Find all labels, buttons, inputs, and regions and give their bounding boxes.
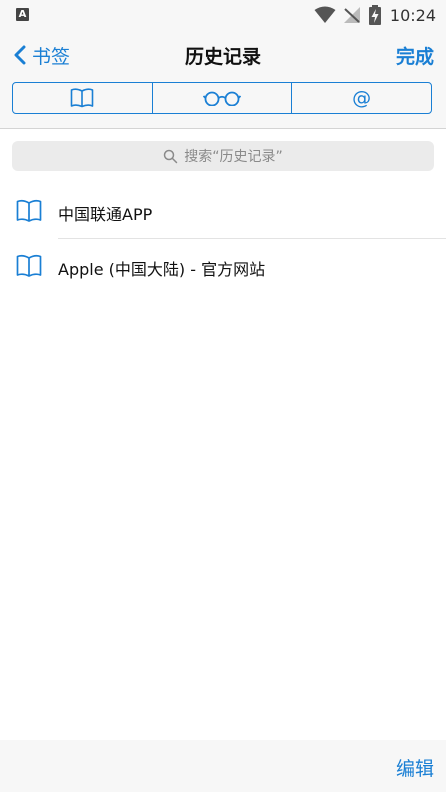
history-item-title: 中国联通APP (58, 205, 153, 224)
search-icon (163, 149, 178, 163)
tab-reading-list[interactable] (151, 83, 292, 113)
bottom-toolbar: 编辑 (0, 740, 446, 792)
segmented-control: @ (12, 82, 432, 114)
page-title: 历史记录 (184, 46, 261, 68)
no-signal-icon (343, 7, 360, 23)
book-icon (16, 199, 42, 222)
wifi-icon (314, 6, 336, 23)
at-icon: @ (352, 87, 372, 109)
history-list: 中国联通APP Apple (中国大陆) - 官方网站 (0, 184, 446, 294)
app-notification-icon: A (16, 8, 29, 21)
book-icon (16, 254, 42, 277)
segment-bar: @ (0, 80, 446, 129)
status-bar: A 10:24 (0, 0, 446, 30)
search-placeholder: 搜索“历史记录” (184, 149, 283, 165)
search-input[interactable]: 搜索“历史记录” (12, 141, 434, 171)
navigation-bar: 书签 历史记录 完成 (0, 30, 446, 80)
list-item[interactable]: 中国联通APP (0, 184, 446, 239)
history-item-title: Apple (中国大陆) - 官方网站 (58, 260, 266, 279)
tab-bookmarks[interactable] (13, 83, 152, 113)
list-item[interactable]: Apple (中国大陆) - 官方网站 (0, 239, 446, 294)
tab-shared-links[interactable]: @ (291, 83, 431, 113)
status-indicators: 10:24 (314, 4, 436, 26)
clock: 10:24 (389, 5, 436, 25)
glasses-icon (203, 91, 241, 106)
battery-charging-icon (368, 5, 381, 25)
edit-button[interactable]: 编辑 (396, 754, 434, 781)
book-icon (71, 88, 94, 108)
done-button[interactable]: 完成 (396, 42, 434, 69)
